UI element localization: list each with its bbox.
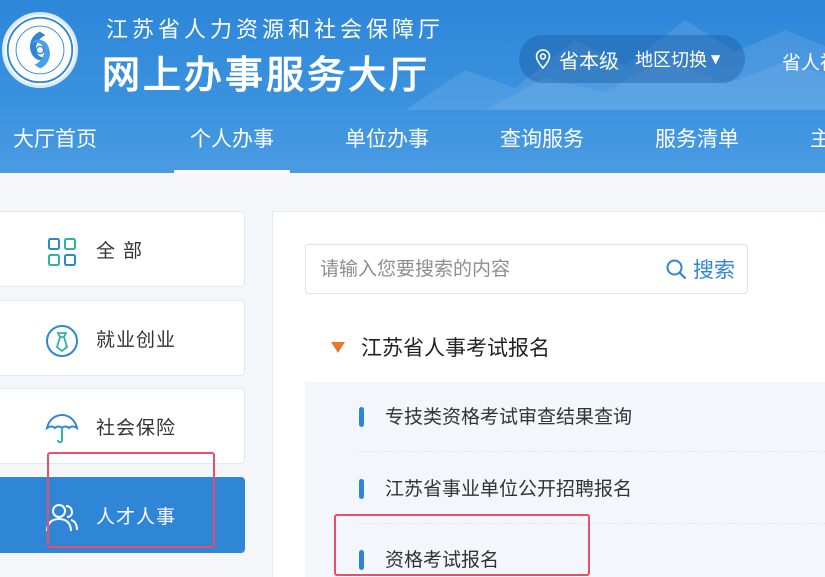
divider <box>359 451 825 452</box>
list-item-label: 专技类资格考试审查结果查询 <box>385 406 633 428</box>
list-item-label: 资格考试报名 <box>385 549 500 571</box>
section-header[interactable]: 江苏省人事考试报名 <box>331 332 550 362</box>
expand-triangle-icon <box>331 341 345 353</box>
top-right-link[interactable]: 省人社 <box>782 48 825 75</box>
list-item[interactable]: 资格考试报名 <box>305 525 825 577</box>
nav-item-query[interactable]: 查询服务 <box>500 108 584 173</box>
category-label: 社会保险 <box>96 416 177 439</box>
section-title: 江苏省人事考试报名 <box>361 336 550 360</box>
current-region: 省本级 <box>559 48 619 73</box>
category-social-insurance[interactable]: 社会保险 <box>0 388 245 464</box>
service-list: 专技类资格考试审查结果查询 江苏省事业单位公开招聘报名 资格考试报名 <box>305 382 825 577</box>
page-header: 江苏省人力资源和社会保障厅 网上办事服务大厅 省本级 地区切换 ▼ 省人社 大厅… <box>0 0 825 173</box>
category-employment[interactable]: 就业创业 <box>0 300 245 376</box>
search-input[interactable] <box>306 245 636 293</box>
org-name: 江苏省人力资源和社会保障厅 <box>106 18 445 43</box>
content-panel: 搜索 江苏省人事考试报名 专技类资格考试审查结果查询 江苏省事业单位公开招聘报名… <box>272 211 825 577</box>
region-switch-button[interactable]: 地区切换 ▼ <box>635 46 720 72</box>
nav-item-unit[interactable]: 单位办事 <box>345 108 429 173</box>
umbrella-icon <box>45 413 79 444</box>
tie-icon <box>46 325 78 357</box>
region-switch-label: 地区切换 <box>635 50 707 71</box>
category-sidebar: 全 部 就业创业 社会保险 人才人事 <box>0 173 272 577</box>
nav-item-service-list[interactable]: 服务清单 <box>655 108 739 173</box>
search-button-label: 搜索 <box>693 258 735 282</box>
grid-icon <box>48 238 76 266</box>
nav-item-topic[interactable]: 主 <box>810 108 825 173</box>
list-item[interactable]: 江苏省事业单位公开招聘报名 <box>305 454 825 524</box>
emblem-logo <box>2 12 78 88</box>
search-box: 搜索 <box>305 244 748 294</box>
caret-down-icon: ▼ <box>711 52 721 66</box>
category-label: 就业创业 <box>96 328 177 351</box>
nav-item-home[interactable]: 大厅首页 <box>13 108 97 173</box>
category-all[interactable]: 全 部 <box>0 211 245 287</box>
category-label: 全 部 <box>96 239 144 262</box>
category-label: 人才人事 <box>96 505 177 528</box>
search-button[interactable]: 搜索 <box>665 245 735 293</box>
list-item[interactable]: 专技类资格考试审查结果查询 <box>305 382 825 452</box>
main-nav: 大厅首页 个人办事 单位办事 查询服务 服务清单 主 <box>0 108 825 173</box>
region-selector: 省本级 地区切换 ▼ <box>519 35 745 83</box>
list-bullet-bar <box>359 550 364 570</box>
list-bullet-bar <box>359 407 364 427</box>
list-bullet-bar <box>359 479 364 499</box>
nav-item-personal[interactable]: 个人办事 <box>174 108 290 173</box>
category-talent-personnel[interactable]: 人才人事 <box>0 477 245 553</box>
search-icon <box>666 259 687 280</box>
people-icon <box>46 504 78 532</box>
divider <box>359 523 825 524</box>
location-pin-icon <box>535 49 551 69</box>
hall-name: 网上办事服务大厅 <box>102 53 431 97</box>
list-item-label: 江苏省事业单位公开招聘报名 <box>385 478 633 500</box>
